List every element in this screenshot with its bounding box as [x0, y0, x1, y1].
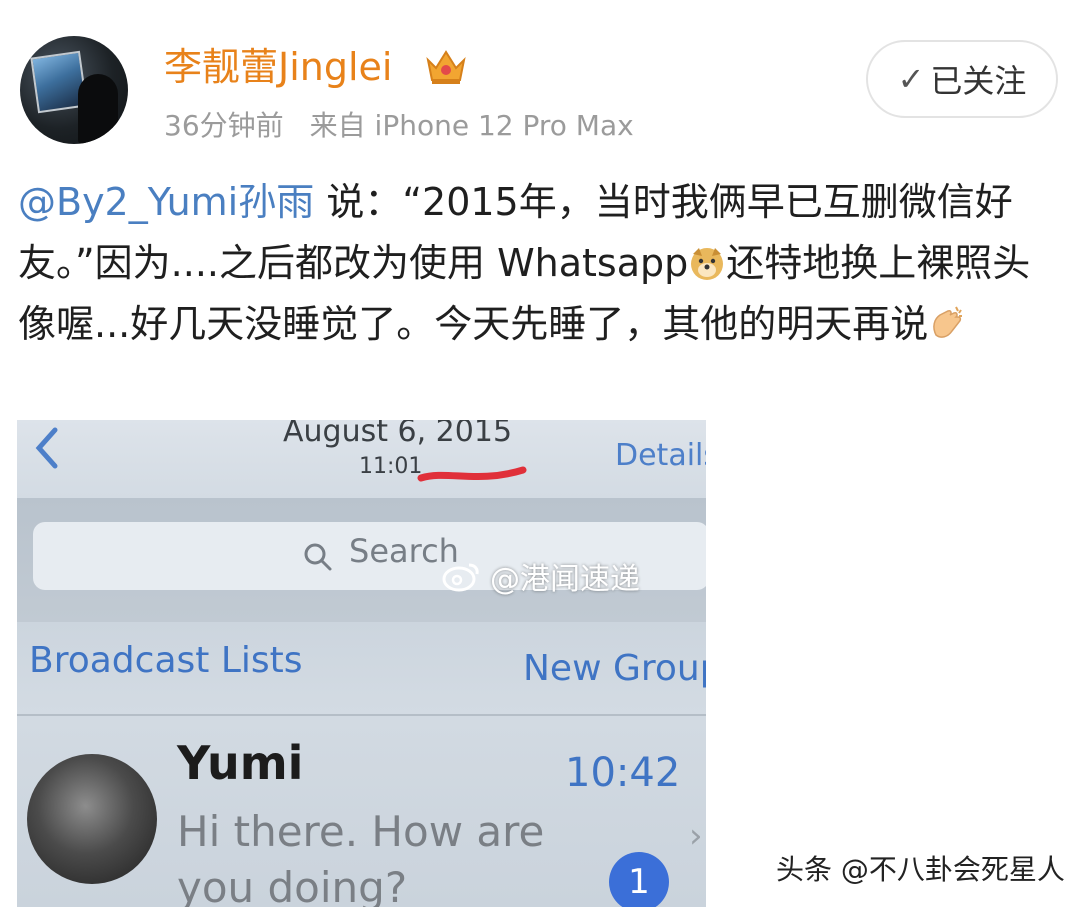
search-icon [304, 543, 332, 571]
chat-contact-name: Yumi [177, 736, 304, 790]
follow-label: 已关注 [930, 62, 1027, 100]
broadcast-lists-link: Broadcast Lists [29, 640, 303, 681]
post-time: 36分钟前 [164, 109, 284, 142]
doge-emoji [691, 248, 724, 280]
chat-preview: Hi there. How are you doing? [177, 807, 545, 907]
red-scribble [417, 466, 527, 482]
post-source: 来自 iPhone 12 Pro Max [309, 109, 634, 142]
check-icon: ✓ [897, 60, 925, 98]
attached-photo[interactable]: August 6, 2015 11:01 Details Search @港闻速… [17, 420, 706, 907]
avatar[interactable] [20, 36, 128, 144]
watermark-text: @港闻速递 [490, 562, 640, 597]
source-credit: 头条 @不八卦会死星人 [776, 853, 1065, 886]
post-text: @By2_Yumi孙雨 说：“2015年，当时我俩早已互删微信好友。”因为...… [18, 172, 1048, 355]
mention-link[interactable]: @By2_Yumi孙雨 [18, 180, 314, 224]
follow-button[interactable]: ✓ 已关注 [866, 40, 1058, 118]
clap-emoji [933, 306, 963, 338]
photo-watermark: @港闻速递 [442, 556, 640, 597]
chat-time: 11:01 [359, 454, 423, 479]
chat-row: Yumi 10:42 Hi there. How are you doing? … [17, 716, 706, 907]
details-link: Details [615, 438, 706, 473]
post-meta: 36分钟前 来自 iPhone 12 Pro Max [164, 104, 634, 148]
crown-icon [426, 50, 466, 84]
chat-nav-bar: August 6, 2015 11:01 Details [17, 420, 706, 498]
unread-badge: 1 [609, 852, 669, 907]
author-name[interactable]: 李靓蕾Jinglei [164, 40, 392, 94]
weibo-icon [442, 563, 479, 592]
avatar-figure [78, 74, 118, 144]
back-chevron-icon [35, 427, 58, 469]
chat-avatar [27, 754, 157, 884]
chat-date: August 6, 2015 [283, 420, 513, 449]
chat-list-links: Broadcast Lists New Group [17, 622, 706, 716]
new-group-link: New Group [523, 648, 706, 689]
chat-last-time: 10:42 [565, 750, 681, 796]
chevron-right-icon: › [689, 816, 703, 856]
